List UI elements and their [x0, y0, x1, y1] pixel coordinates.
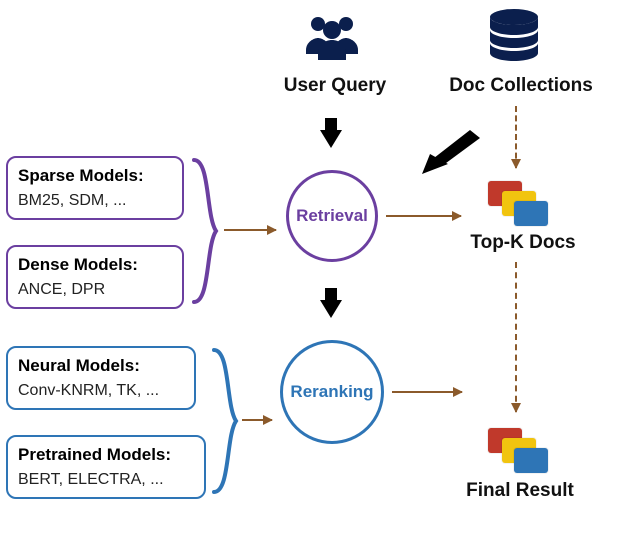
arrow-down-icon: [320, 130, 342, 148]
doc-stack-icon: [480, 175, 550, 225]
dashed-arrow-icon: [515, 106, 517, 168]
people-icon: [300, 10, 364, 60]
thin-arrow-icon: [224, 229, 276, 231]
brace-icon: [186, 156, 226, 311]
diagram-canvas: User Query Doc Collections Retrieval Top…: [0, 0, 618, 534]
final-result-label: Final Result: [460, 480, 580, 502]
brace-icon: [206, 346, 246, 501]
reranking-node: Reranking: [280, 340, 384, 444]
dashed-arrow-icon: [515, 262, 517, 412]
dense-models-items: ANCE, DPR: [18, 281, 172, 299]
pretrained-models-items: BERT, ELECTRA, ...: [18, 471, 194, 489]
sparse-models-box: Sparse Models: BM25, SDM, ...: [6, 156, 184, 220]
dense-models-title: Dense Models:: [18, 255, 172, 275]
doc-collections-label: Doc Collections: [446, 75, 596, 97]
neural-models-box: Neural Models: Conv-KNRM, TK, ...: [6, 346, 196, 410]
dense-models-box: Dense Models: ANCE, DPR: [6, 245, 184, 309]
arrow-down-icon: [320, 300, 342, 318]
sparse-models-items: BM25, SDM, ...: [18, 192, 172, 210]
retrieval-node: Retrieval: [286, 170, 378, 262]
arrow-diagonal-icon: [400, 128, 490, 183]
pretrained-models-title: Pretrained Models:: [18, 445, 194, 465]
thin-arrow-icon: [392, 391, 462, 393]
database-icon: [485, 8, 543, 69]
neural-models-items: Conv-KNRM, TK, ...: [18, 382, 184, 400]
pretrained-models-box: Pretrained Models: BERT, ELECTRA, ...: [6, 435, 206, 499]
topk-label: Top-K Docs: [463, 232, 583, 254]
neural-models-title: Neural Models:: [18, 356, 184, 376]
retrieval-label: Retrieval: [296, 206, 368, 226]
user-query-label: User Query: [280, 75, 390, 97]
thin-arrow-icon: [386, 215, 461, 217]
reranking-label: Reranking: [290, 382, 373, 402]
doc-stack-icon: [480, 422, 550, 472]
sparse-models-title: Sparse Models:: [18, 166, 172, 186]
thin-arrow-icon: [242, 419, 272, 421]
